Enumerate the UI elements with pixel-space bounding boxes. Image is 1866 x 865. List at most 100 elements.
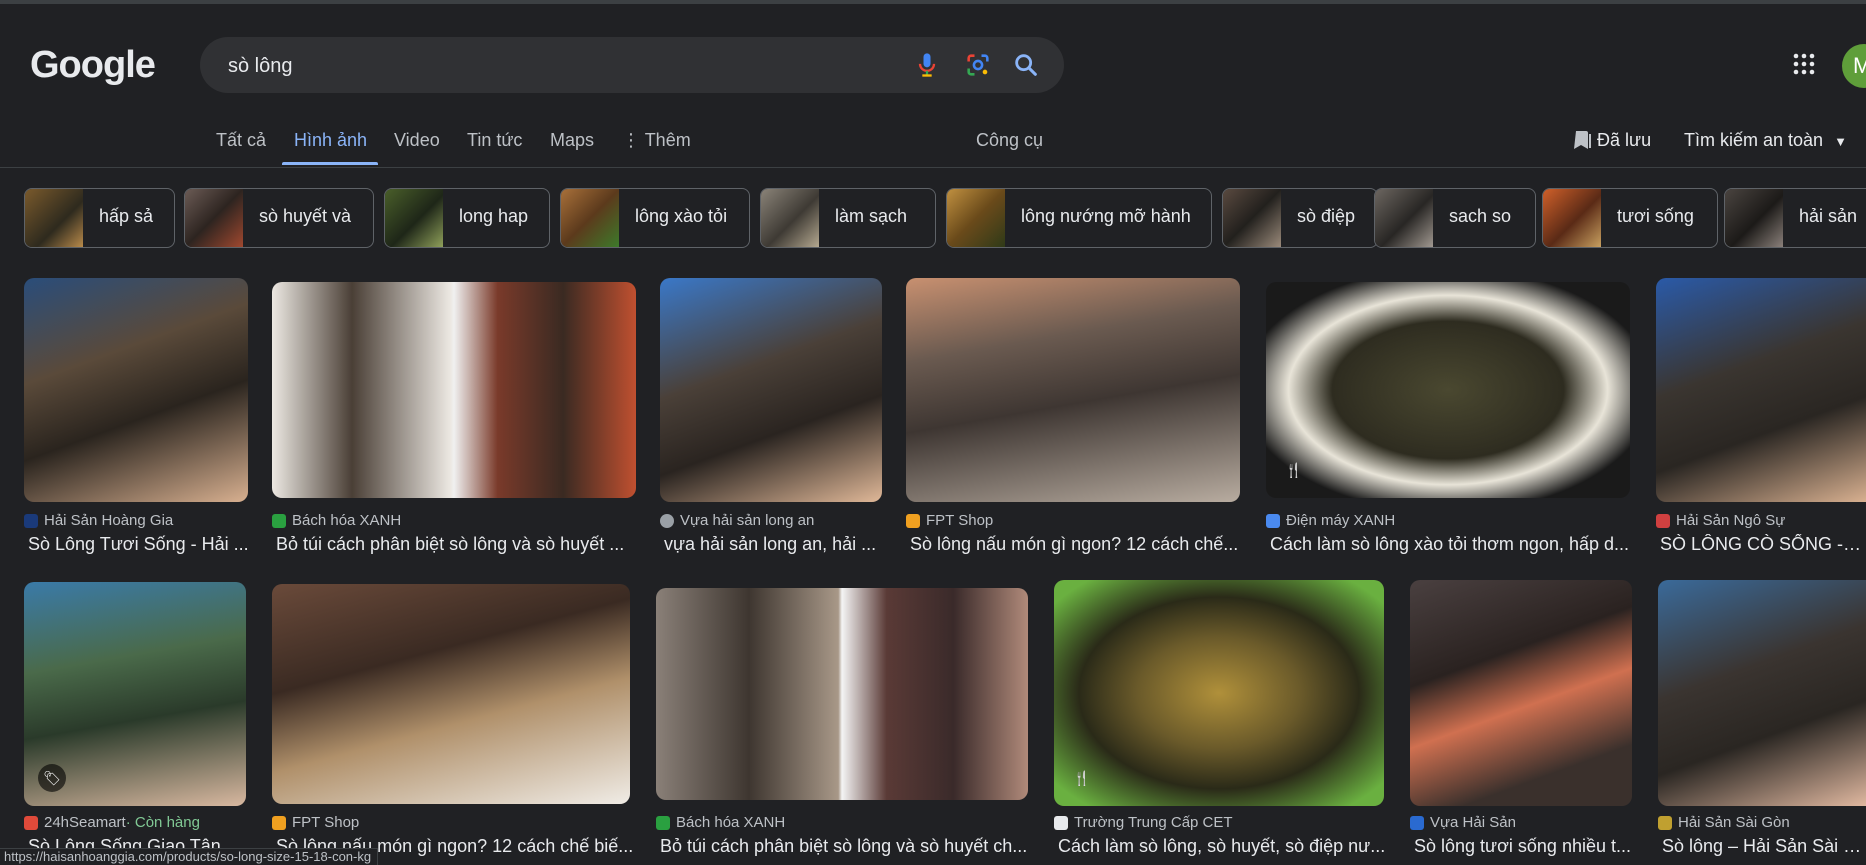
tools-button[interactable]: Công cụ <box>976 130 1043 151</box>
chip-thumbnail <box>1725 189 1783 247</box>
result-title[interactable]: Sò lông – Hải Sản Sài G... <box>1662 836 1866 857</box>
site-favicon-icon <box>272 513 286 528</box>
chip-label: sò điệp <box>1297 206 1356 226</box>
chip-long-hap[interactable]: long hap <box>384 188 550 248</box>
chip-sach-so[interactable]: sach so <box>1374 188 1536 248</box>
result-image[interactable] <box>272 282 636 498</box>
result-image[interactable] <box>272 584 630 804</box>
tab-images[interactable]: Hình ảnh <box>294 130 367 151</box>
bookmark-icon <box>1574 131 1591 149</box>
header-divider <box>0 167 1866 168</box>
site-favicon-icon <box>272 815 286 830</box>
chip-label: long hap <box>459 206 529 226</box>
search-input[interactable] <box>226 37 870 95</box>
result-source[interactable]: Hải Sản Hoàng Gia <box>24 512 173 529</box>
google-logo[interactable]: Google <box>30 44 156 87</box>
tab-all[interactable]: Tất cả <box>216 130 266 151</box>
result-image[interactable]: 🍴 <box>1266 282 1630 498</box>
google-lens-icon[interactable] <box>964 51 992 79</box>
tab-more[interactable]: ⋮ Thêm <box>622 130 691 151</box>
shopping-tag-icon: 🏷 <box>38 764 66 792</box>
chip-label: hấp sả <box>99 206 154 226</box>
chip-hai-san[interactable]: hải sản <box>1724 188 1866 248</box>
link-status-bar: https://haisanhoanggia.com/products/so-l… <box>0 848 379 865</box>
result-source[interactable]: Bách hóa XANH <box>272 512 401 529</box>
chip-thumbnail <box>947 189 1005 247</box>
saved-button[interactable]: Đã lưu <box>1574 130 1651 151</box>
site-favicon-icon <box>1658 815 1672 830</box>
chip-tuoi-song[interactable]: tươi sống <box>1542 188 1718 248</box>
chip-long-nuong-mo-hanh[interactable]: lông nướng mỡ hành <box>946 188 1212 248</box>
result-title[interactable]: Cách làm sò lông xào tỏi thơm ngon, hấp … <box>1270 534 1634 555</box>
saved-label: Đã lưu <box>1597 130 1652 150</box>
chip-thumbnail <box>1543 189 1601 247</box>
safe-search-dropdown[interactable]: Tìm kiếm an toàn ▼ <box>1684 130 1847 151</box>
microphone-icon[interactable] <box>913 51 941 79</box>
site-favicon-icon <box>1656 513 1670 528</box>
chip-hap-sa[interactable]: hấp sả <box>24 188 175 248</box>
site-favicon-icon <box>24 513 38 528</box>
account-avatar[interactable]: M <box>1842 44 1866 88</box>
recipe-icon: 🍴 <box>1073 770 1091 786</box>
related-chips-row: hấp sả sò huyết và long hap lông xào tỏi… <box>24 188 1866 248</box>
apps-grid-icon[interactable] <box>1792 52 1816 76</box>
chip-thumbnail <box>561 189 619 247</box>
site-favicon-icon <box>1410 815 1424 830</box>
result-source[interactable]: Điện máy XANH <box>1266 512 1395 529</box>
recipe-icon: 🍴 <box>1285 462 1303 478</box>
chip-thumbnail <box>1375 189 1433 247</box>
site-favicon-icon <box>906 513 920 528</box>
result-image[interactable] <box>1658 580 1866 806</box>
result-image[interactable]: 🏷 <box>24 582 246 806</box>
result-source[interactable]: Hải Sản Ngô Sự <box>1656 512 1785 529</box>
chip-label: làm sạch <box>835 206 908 226</box>
result-image[interactable] <box>24 278 248 502</box>
result-source[interactable]: FPT Shop <box>272 814 359 831</box>
result-title[interactable]: Cách làm sò lông, sò huyết, sò điệp nư..… <box>1058 836 1388 857</box>
chip-label: sò huyết và <box>259 206 352 226</box>
result-title[interactable]: vựa hải sản long an, hải ... <box>664 534 886 555</box>
result-source[interactable]: Vựa Hải Sản <box>1410 814 1516 831</box>
result-image[interactable]: 🍴 <box>1054 580 1384 806</box>
chip-label: lông nướng mỡ hành <box>1021 206 1191 226</box>
result-source[interactable]: Hải Sản Sài Gòn <box>1658 814 1790 831</box>
tab-news[interactable]: Tin tức <box>467 130 522 151</box>
tab-more-label: Thêm <box>644 130 691 150</box>
chip-lam-sach[interactable]: làm sạch <box>760 188 936 248</box>
result-title[interactable]: Bỏ túi cách phân biệt sò lông và sò huyế… <box>276 534 640 555</box>
result-source[interactable]: FPT Shop <box>906 512 993 529</box>
result-source[interactable]: Bách hóa XANH <box>656 814 785 831</box>
result-image[interactable] <box>906 278 1240 502</box>
globe-icon <box>660 513 674 528</box>
tab-video[interactable]: Video <box>394 130 440 151</box>
chip-label: tươi sống <box>1617 206 1694 226</box>
result-image[interactable] <box>656 588 1028 800</box>
result-image[interactable] <box>1410 580 1632 806</box>
chip-thumbnail <box>25 189 83 247</box>
result-image[interactable] <box>660 278 882 502</box>
chip-thumbnail <box>761 189 819 247</box>
result-image[interactable] <box>1656 278 1866 502</box>
chip-thumbnail <box>385 189 443 247</box>
result-title[interactable]: Sò lông tươi sống nhiều t... <box>1414 836 1636 857</box>
chip-label: hải sản <box>1799 206 1858 226</box>
chip-so-huyet-va[interactable]: sò huyết và <box>184 188 374 248</box>
site-favicon-icon <box>656 815 670 830</box>
search-icon[interactable] <box>1012 51 1040 79</box>
tab-maps[interactable]: Maps <box>550 130 594 151</box>
search-tabs: Tất cả Hình ảnh Video Tin tức Maps ⋮ Thê… <box>0 118 1866 168</box>
active-tab-indicator <box>282 162 378 165</box>
chip-long-xao-toi[interactable]: lông xào tỏi <box>560 188 750 248</box>
result-title[interactable]: SÒ LÔNG CÒ SỐNG - Hải... <box>1660 534 1866 555</box>
result-title[interactable]: Sò lông nấu món gì ngon? 12 cách chế... <box>910 534 1244 555</box>
result-title[interactable]: Sò Lông Tươi Sống - Hải ... <box>28 534 252 555</box>
result-source[interactable]: Trường Trung Cấp CET <box>1054 814 1233 831</box>
window-top-edge <box>0 0 1866 4</box>
result-source[interactable]: 24hSeamart · Còn hàng <box>24 814 200 831</box>
dropdown-arrow-icon: ▼ <box>1834 134 1847 149</box>
result-title[interactable]: Bỏ túi cách phân biệt sò lông và sò huyế… <box>660 836 1032 857</box>
result-source[interactable]: Vựa hải sản long an <box>660 512 814 529</box>
chip-so-diep[interactable]: sò điệp <box>1222 188 1378 248</box>
chip-thumbnail <box>185 189 243 247</box>
search-box[interactable] <box>200 37 1064 95</box>
